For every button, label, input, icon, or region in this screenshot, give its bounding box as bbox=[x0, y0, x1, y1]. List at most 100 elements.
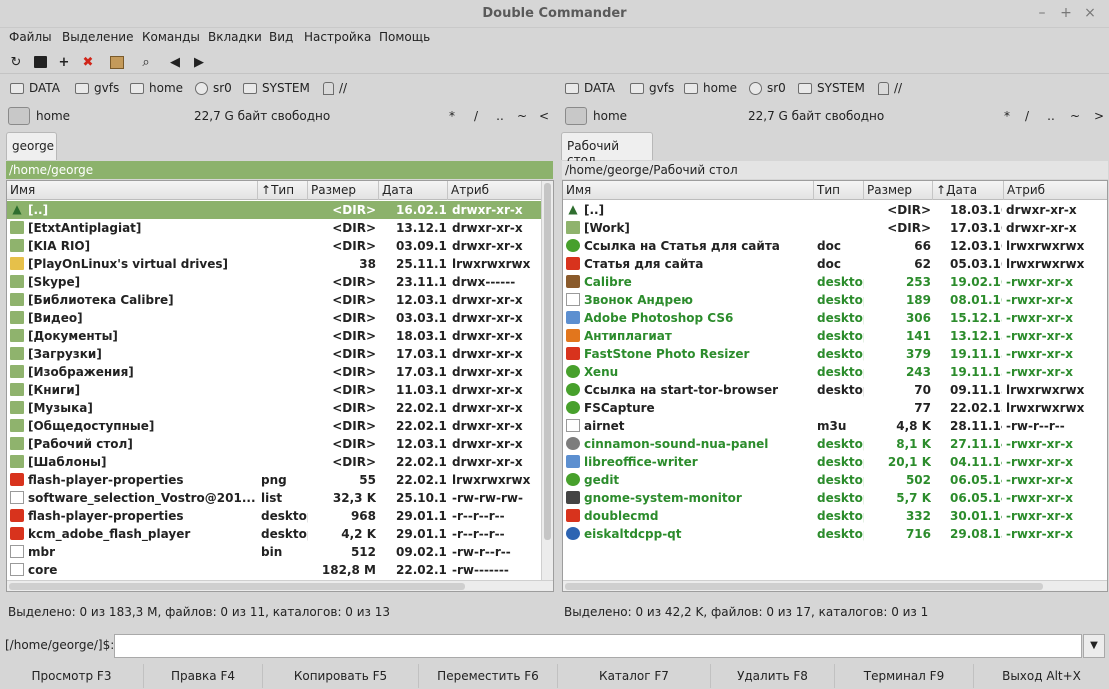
file-row[interactable]: Антиплагиат desktop 141 13.12.15 -rwxr-xr-x bbox=[563, 327, 1107, 345]
col-date[interactable]: ↑Дата bbox=[933, 181, 1004, 200]
menu-settings[interactable]: Настройка bbox=[304, 30, 371, 44]
drive-sr0[interactable]: sr0 bbox=[749, 80, 786, 96]
command-input[interactable] bbox=[114, 634, 1082, 658]
scroll-thumb[interactable] bbox=[9, 583, 465, 590]
copy-button[interactable]: Копировать F5 bbox=[263, 664, 419, 688]
col-date[interactable]: Дата bbox=[379, 181, 448, 200]
file-row[interactable]: FSCapture 77 22.02.15 lrwxrwxrwx bbox=[563, 399, 1107, 417]
col-size[interactable]: Размер bbox=[308, 181, 379, 200]
horizontal-scrollbar[interactable] bbox=[563, 580, 1107, 591]
drive-system[interactable]: SYSTEM bbox=[243, 80, 310, 96]
drive-home[interactable]: home bbox=[684, 80, 737, 96]
nav-root[interactable]: / bbox=[470, 109, 482, 123]
col-name[interactable]: Имя bbox=[563, 181, 814, 200]
file-row[interactable]: [PlayOnLinux's virtual drives] 38 25.11.15… bbox=[7, 255, 553, 273]
nav-copy-path[interactable]: < bbox=[538, 109, 550, 123]
maximize-icon[interactable]: + bbox=[1056, 4, 1076, 22]
nav-parent[interactable]: .. bbox=[1045, 109, 1057, 123]
terminal-button[interactable]: Терминал F9 bbox=[835, 664, 974, 688]
col-size[interactable]: Размер bbox=[864, 181, 933, 200]
right-path[interactable]: /home/george/Рабочий стол bbox=[562, 161, 1108, 179]
scroll-thumb[interactable] bbox=[544, 183, 551, 540]
nav-home[interactable]: ~ bbox=[516, 109, 528, 123]
nav-parent[interactable]: .. bbox=[494, 109, 506, 123]
file-row[interactable]: [Документы] <DIR> 18.03.16 drwxr-xr-x bbox=[7, 327, 553, 345]
file-row[interactable]: Adobe Photoshop CS6 desktop 306 15.12.15 -rw… bbox=[563, 309, 1107, 327]
nav-root[interactable]: / bbox=[1021, 109, 1033, 123]
archive-icon[interactable] bbox=[108, 53, 126, 71]
drive-home[interactable]: home bbox=[130, 80, 183, 96]
hdd-icon[interactable] bbox=[8, 107, 30, 125]
left-file-panel[interactable]: Имя ↑Тип Размер Дата Атриб ▲ [..] <DIR> 16.… bbox=[6, 180, 554, 592]
chevron-down-icon[interactable]: ▼ bbox=[1083, 634, 1105, 658]
close-icon[interactable]: × bbox=[1080, 4, 1100, 22]
menu-view[interactable]: Вид bbox=[269, 30, 293, 44]
col-attr[interactable]: Атриб bbox=[448, 181, 540, 200]
left-path[interactable]: /home/george bbox=[6, 161, 553, 179]
file-row[interactable]: [KIA RIO] <DIR> 03.09.15 drwxr-xr-x bbox=[7, 237, 553, 255]
mkdir-button[interactable]: Каталог F7 bbox=[558, 664, 711, 688]
file-row[interactable]: [Изображения] <DIR> 17.03.16 drwxr-xr-x bbox=[7, 363, 553, 381]
col-name[interactable]: Имя bbox=[7, 181, 258, 200]
file-row[interactable]: core 182,8 M 22.02.16 -rw------- bbox=[7, 561, 553, 579]
nav-favorites[interactable]: * bbox=[1001, 109, 1013, 123]
file-row[interactable]: [Общедоступные] <DIR> 22.02.15 drwxr-xr-x bbox=[7, 417, 553, 435]
tab-desktop[interactable]: Рабочий стол bbox=[561, 132, 653, 167]
file-row[interactable]: flash-player-properties png 55 22.02.15 lrwx… bbox=[7, 471, 553, 489]
file-row[interactable]: Статья для сайта doc 62 05.03.16 lrwxrwxrwx bbox=[563, 255, 1107, 273]
delete-button[interactable]: Удалить F8 bbox=[711, 664, 835, 688]
drive-sr0[interactable]: sr0 bbox=[195, 80, 232, 96]
menu-selection[interactable]: Выделение bbox=[62, 30, 133, 44]
file-row[interactable]: airnet m3u 4,8 K 28.11.14 -rw-r--r-- bbox=[563, 417, 1107, 435]
drive-data[interactable]: DATA bbox=[10, 80, 60, 96]
file-row[interactable]: [Work] <DIR> 17.03.16 drwxr-xr-x bbox=[563, 219, 1107, 237]
terminal-icon[interactable] bbox=[31, 53, 49, 71]
file-row[interactable]: [Шаблоны] <DIR> 22.02.15 drwxr-xr-x bbox=[7, 453, 553, 471]
file-row[interactable]: [Музыка] <DIR> 22.02.15 drwxr-xr-x bbox=[7, 399, 553, 417]
col-type[interactable]: Тип bbox=[814, 181, 864, 200]
file-row[interactable]: [Библиотека Calibre] <DIR> 12.03.16 drwxr-x… bbox=[7, 291, 553, 309]
file-row[interactable]: kcm_adobe_flash_player desktop 4,2 K 29.01.… bbox=[7, 525, 553, 543]
menu-files[interactable]: Файлы bbox=[9, 30, 52, 44]
col-attr[interactable]: Атриб bbox=[1004, 181, 1107, 200]
delete-icon[interactable]: ✖ bbox=[79, 53, 97, 71]
file-row[interactable]: Calibre desktop 253 19.02.16 -rwxr-xr-x bbox=[563, 273, 1107, 291]
edit-button[interactable]: Правка F4 bbox=[144, 664, 263, 688]
refresh-icon[interactable]: ↻ bbox=[7, 53, 25, 71]
file-row[interactable]: FastStone Photo Resizer desktop 379 19.11.1… bbox=[563, 345, 1107, 363]
file-row[interactable]: ▲ [..] <DIR> 18.03.16 drwxr-xr-x bbox=[563, 201, 1107, 219]
file-row[interactable]: flash-player-properties desktop 968 29.01.1… bbox=[7, 507, 553, 525]
minimize-icon[interactable]: – bbox=[1032, 4, 1052, 22]
col-type[interactable]: ↑Тип bbox=[258, 181, 308, 200]
forward-icon[interactable]: ▶ bbox=[190, 53, 208, 71]
file-row[interactable]: cinnamon-sound-nua-panel desktop 8,1 K 27.1… bbox=[563, 435, 1107, 453]
file-row[interactable]: [EtxtAntiplagiat] <DIR> 13.12.15 drwxr-xr-x bbox=[7, 219, 553, 237]
file-row[interactable]: [Рабочий стол] <DIR> 12.03.16 drwxr-xr-x bbox=[7, 435, 553, 453]
file-row[interactable]: doublecmd desktop 332 30.01.14 -rwxr-xr-x bbox=[563, 507, 1107, 525]
menu-help[interactable]: Помощь bbox=[379, 30, 430, 44]
horizontal-scrollbar[interactable] bbox=[7, 580, 553, 591]
drive-system[interactable]: SYSTEM bbox=[798, 80, 865, 96]
tab-george[interactable]: george bbox=[6, 132, 57, 160]
file-row[interactable]: ▲ [..] <DIR> 16.02.16 drwxr-xr-x bbox=[7, 201, 553, 219]
file-row[interactable]: libreoffice-writer desktop 20,1 K 04.11.14-… bbox=[563, 453, 1107, 471]
hdd-icon[interactable] bbox=[565, 107, 587, 125]
file-row[interactable]: [Книги] <DIR> 11.03.16 drwxr-xr-x bbox=[7, 381, 553, 399]
menu-tabs[interactable]: Вкладки bbox=[208, 30, 262, 44]
nav-home[interactable]: ~ bbox=[1069, 109, 1081, 123]
file-row[interactable]: [Skype] <DIR> 23.11.14 drwx------ bbox=[7, 273, 553, 291]
file-row[interactable]: Звонок Андрею desktop 189 08.01.16 -rwxr-xr-… bbox=[563, 291, 1107, 309]
drive-gvfs[interactable]: gvfs bbox=[630, 80, 674, 96]
drive-network[interactable]: // bbox=[323, 80, 347, 96]
file-row[interactable]: [Видео] <DIR> 03.03.16 drwxr-xr-x bbox=[7, 309, 553, 327]
drive-data[interactable]: DATA bbox=[565, 80, 615, 96]
exit-button[interactable]: Выход Alt+X bbox=[974, 664, 1109, 688]
file-row[interactable]: Ссылка на start-tor-browser desktop 70 09.1… bbox=[563, 381, 1107, 399]
nav-favorites[interactable]: * bbox=[446, 109, 458, 123]
vertical-scrollbar[interactable] bbox=[541, 181, 553, 591]
file-row[interactable]: gnome-system-monitor desktop 5,7 K 06.05.14… bbox=[563, 489, 1107, 507]
move-button[interactable]: Переместить F6 bbox=[419, 664, 558, 688]
file-row[interactable]: software_selection_Vostro@201... list 32,3… bbox=[7, 489, 553, 507]
view-button[interactable]: Просмотр F3 bbox=[0, 664, 144, 688]
add-icon[interactable]: + bbox=[55, 53, 73, 71]
